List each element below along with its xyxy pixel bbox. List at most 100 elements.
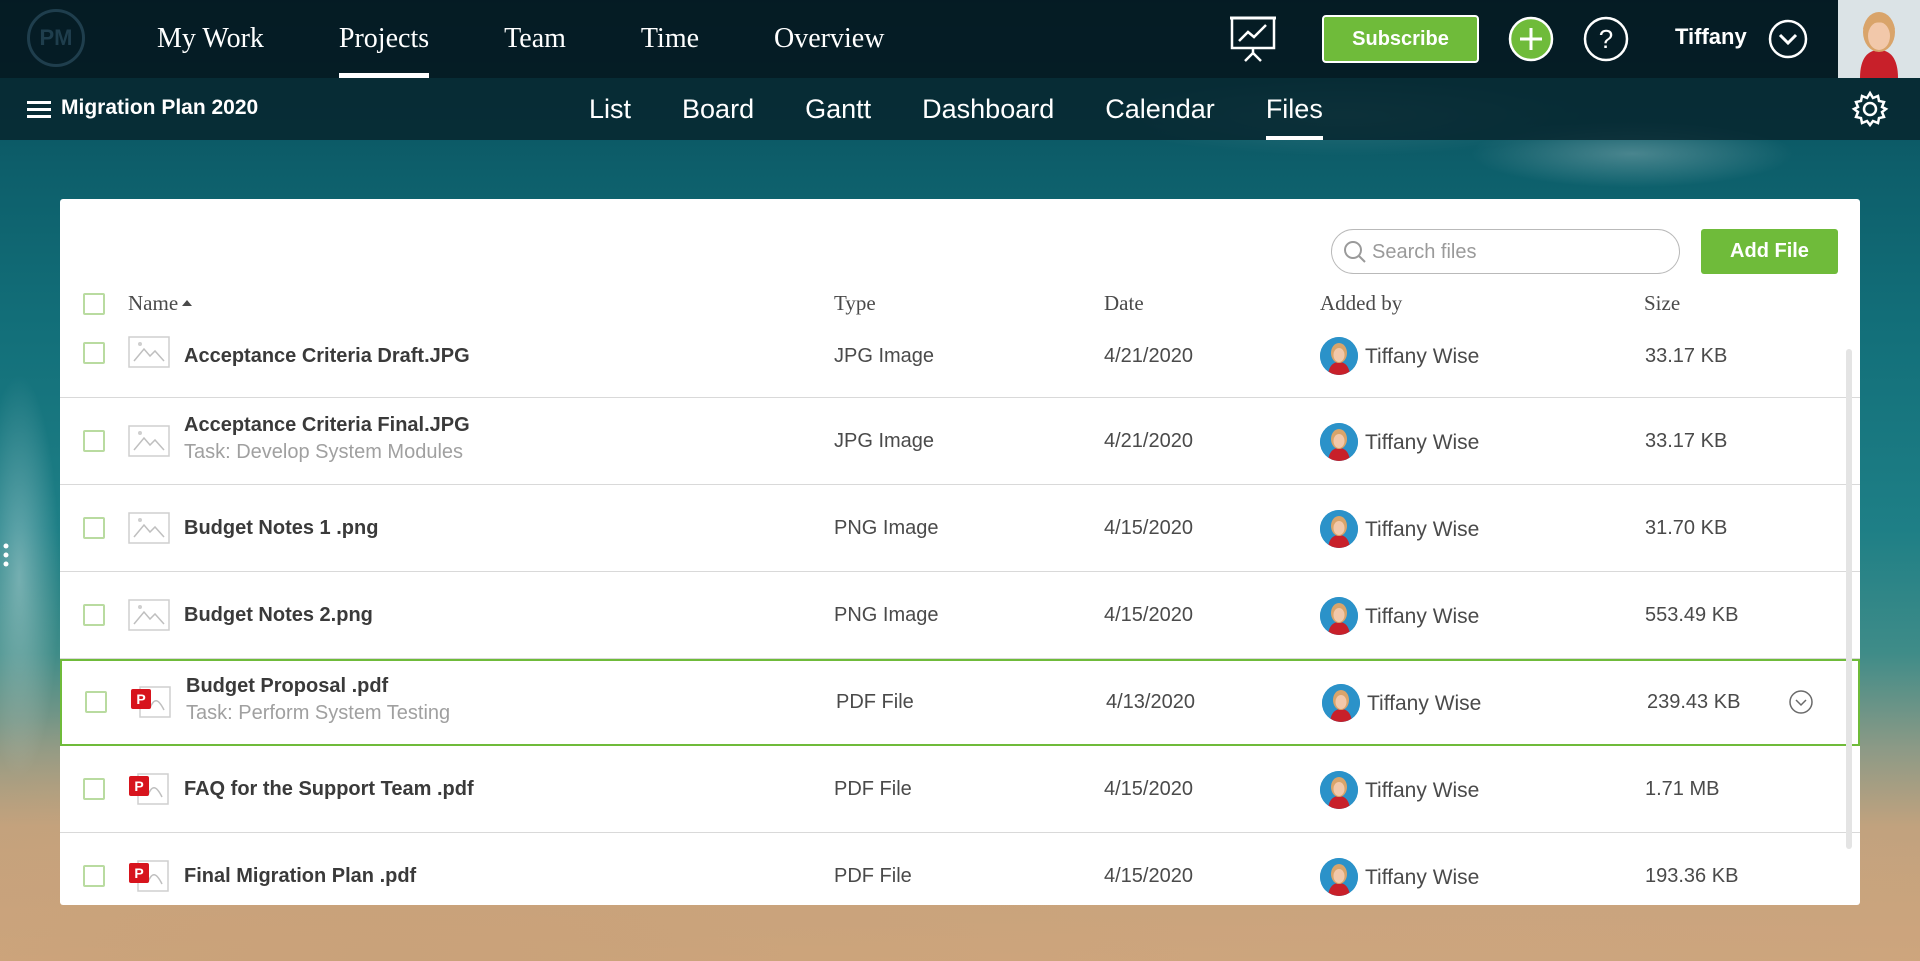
file-name[interactable]: Acceptance Criteria Final.JPG xyxy=(184,414,470,437)
file-size: 33.17 KB xyxy=(1645,345,1728,367)
avatar xyxy=(1320,597,1358,635)
avatar xyxy=(1320,858,1358,896)
nav-overview[interactable]: Overview xyxy=(774,0,884,78)
row-checkbox[interactable] xyxy=(83,865,105,887)
gear-icon[interactable] xyxy=(1851,90,1889,128)
help-icon[interactable]: ? xyxy=(1583,16,1629,62)
pdf-file-icon: P xyxy=(129,773,169,805)
added-by: Tiffany Wise xyxy=(1365,779,1480,802)
file-type: PNG Image xyxy=(834,517,939,539)
row-checkbox[interactable] xyxy=(83,517,105,539)
row-checkbox[interactable] xyxy=(83,604,105,626)
nav-projects[interactable]: Projects xyxy=(338,0,430,78)
file-name[interactable]: Final Migration Plan .pdf xyxy=(184,865,416,888)
file-date: 4/13/2020 xyxy=(1106,691,1195,713)
main-nav: My Work Projects Team Time Overview xyxy=(157,0,959,78)
file-size: 239.43 KB xyxy=(1647,691,1741,713)
file-name[interactable]: Budget Notes 1 .png xyxy=(184,517,378,540)
subscribe-button[interactable]: Subscribe xyxy=(1322,15,1479,63)
file-size: 193.36 KB xyxy=(1645,865,1739,887)
project-toolbar: Migration Plan 2020 List Board Gantt Das… xyxy=(0,78,1920,140)
row-checkbox[interactable] xyxy=(85,691,107,713)
row-checkbox[interactable] xyxy=(83,430,105,452)
table-row[interactable]: Acceptance Criteria Final.JPG Task: Deve… xyxy=(60,398,1860,485)
user-avatar[interactable] xyxy=(1838,0,1920,78)
added-by: Tiffany Wise xyxy=(1367,692,1482,715)
menu-icon[interactable] xyxy=(27,99,51,119)
tab-list[interactable]: List xyxy=(589,78,631,140)
added-by: Tiffany Wise xyxy=(1365,431,1480,454)
top-navigation-bar: PM My Work Projects Team Time Overview S… xyxy=(0,0,1920,78)
file-size: 33.17 KB xyxy=(1645,430,1728,452)
image-file-icon xyxy=(128,599,170,631)
row-checkbox[interactable] xyxy=(83,342,105,364)
tab-calendar[interactable]: Calendar xyxy=(1105,78,1215,140)
file-name[interactable]: Budget Proposal .pdf xyxy=(186,675,388,698)
file-list: Acceptance Criteria Draft.JPG JPG Image … xyxy=(60,325,1860,905)
file-date: 4/15/2020 xyxy=(1104,517,1193,539)
row-checkbox[interactable] xyxy=(83,778,105,800)
pdf-file-icon: P xyxy=(131,686,171,718)
table-row[interactable]: P FAQ for the Support Team .pdf PDF File… xyxy=(60,746,1860,833)
avatar xyxy=(1320,423,1358,461)
tab-files[interactable]: Files xyxy=(1265,78,1323,140)
file-size: 553.49 KB xyxy=(1645,604,1739,626)
file-size: 1.71 MB xyxy=(1645,778,1720,800)
tab-gantt[interactable]: Gantt xyxy=(805,78,871,140)
added-by: Tiffany Wise xyxy=(1365,866,1480,889)
table-row[interactable]: P Final Migration Plan .pdf PDF File 4/1… xyxy=(60,833,1860,905)
nav-team[interactable]: Team xyxy=(504,0,566,78)
column-size-header[interactable]: Size xyxy=(1644,291,1680,316)
avatar xyxy=(1320,771,1358,809)
avatar xyxy=(1322,684,1360,722)
nav-my-work[interactable]: My Work xyxy=(157,0,264,78)
add-icon[interactable] xyxy=(1508,16,1554,62)
file-date: 4/21/2020 xyxy=(1104,345,1193,367)
image-file-icon xyxy=(128,336,170,368)
added-by: Tiffany Wise xyxy=(1365,518,1480,541)
column-type-header[interactable]: Type xyxy=(834,291,876,316)
search-input[interactable] xyxy=(1372,238,1662,266)
search-box[interactable] xyxy=(1331,229,1680,274)
file-date: 4/15/2020 xyxy=(1104,778,1193,800)
chevron-down-icon[interactable] xyxy=(1788,689,1814,715)
linked-task[interactable]: Task: Perform System Testing xyxy=(186,702,450,725)
file-size: 31.70 KB xyxy=(1645,517,1728,539)
search-icon xyxy=(1344,241,1366,263)
file-type: PDF File xyxy=(834,865,912,887)
column-name-header[interactable]: Name xyxy=(128,291,193,316)
file-type: JPG Image xyxy=(834,430,935,452)
svg-text:P: P xyxy=(136,691,145,707)
chevron-down-icon[interactable] xyxy=(1768,19,1808,59)
logo[interactable]: PM xyxy=(27,9,85,67)
column-name-label: Name xyxy=(128,291,179,315)
presentation-chart-icon[interactable] xyxy=(1229,15,1277,63)
file-type: PDF File xyxy=(834,778,912,800)
nav-time[interactable]: Time xyxy=(641,0,699,78)
tab-dashboard[interactable]: Dashboard xyxy=(922,78,1054,140)
svg-text:P: P xyxy=(134,865,143,881)
avatar xyxy=(1320,510,1358,548)
file-name[interactable]: Acceptance Criteria Draft.JPG xyxy=(184,345,470,368)
table-row-selected[interactable]: P Budget Proposal .pdf Task: Perform Sys… xyxy=(60,659,1860,746)
project-title[interactable]: Migration Plan 2020 xyxy=(61,96,258,120)
add-file-button[interactable]: Add File xyxy=(1701,229,1838,274)
linked-task[interactable]: Task: Develop System Modules xyxy=(184,441,463,464)
image-file-icon xyxy=(128,512,170,544)
column-added-by-header[interactable]: Added by xyxy=(1320,291,1402,316)
column-date-header[interactable]: Date xyxy=(1104,291,1144,316)
select-all-checkbox[interactable] xyxy=(83,293,105,315)
user-name[interactable]: Tiffany xyxy=(1675,24,1747,50)
table-row[interactable]: Budget Notes 2.png PNG Image 4/15/2020 T… xyxy=(60,572,1860,659)
table-row[interactable]: Budget Notes 1 .png PNG Image 4/15/2020 … xyxy=(60,485,1860,572)
file-name[interactable]: Budget Notes 2.png xyxy=(184,604,373,627)
scrollbar[interactable] xyxy=(1846,349,1852,849)
avatar xyxy=(1320,337,1358,375)
svg-text:P: P xyxy=(134,778,143,794)
tab-board[interactable]: Board xyxy=(682,78,754,140)
table-row[interactable]: Acceptance Criteria Draft.JPG JPG Image … xyxy=(60,325,1860,398)
file-name[interactable]: FAQ for the Support Team .pdf xyxy=(184,778,474,801)
file-date: 4/15/2020 xyxy=(1104,865,1193,887)
svg-text:?: ? xyxy=(1599,24,1613,54)
drag-handle-icon[interactable] xyxy=(3,543,9,567)
